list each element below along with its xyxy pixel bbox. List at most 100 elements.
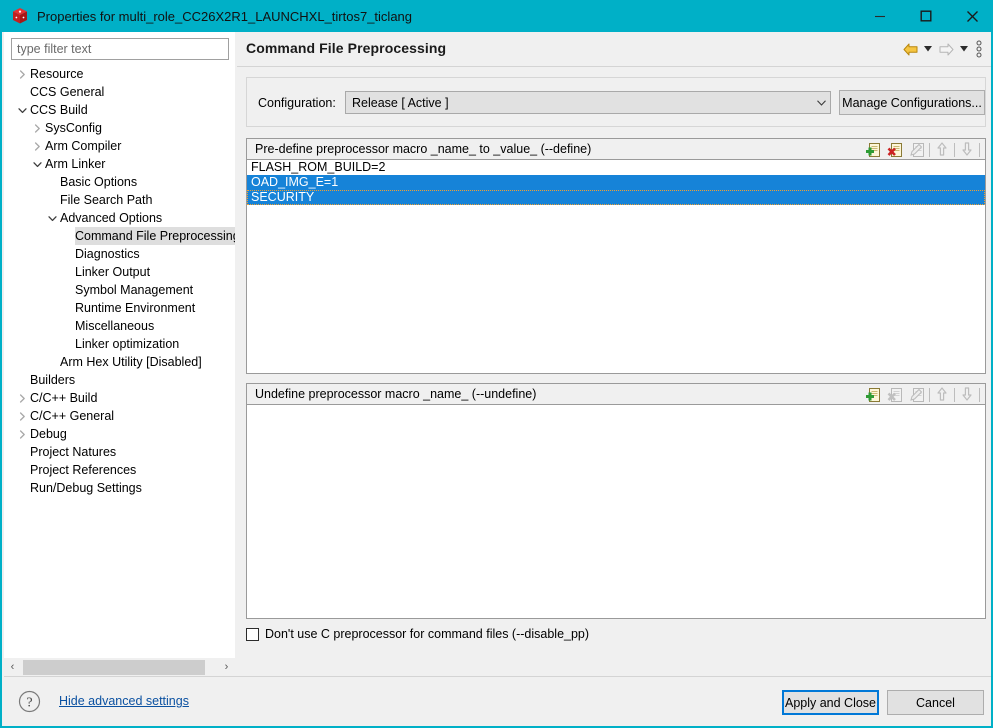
chevron-down-icon [812,92,830,113]
sidebar-item[interactable]: SysConfig [4,119,235,137]
list-item[interactable]: OAD_IMG_E=1 [247,175,985,190]
edit-icon [906,385,928,405]
apply-and-close-button[interactable]: Apply and Close [782,690,879,715]
chevron-right-icon[interactable] [29,138,45,154]
sidebar-item-label: CCS Build [30,101,88,119]
move-down-icon [956,140,978,160]
chevron-down-icon[interactable] [44,210,60,226]
cancel-button[interactable]: Cancel [887,690,984,715]
cancel-label: Cancel [916,696,955,710]
sidebar-item[interactable]: Resource [4,65,235,83]
delete-icon[interactable] [884,140,906,160]
chevron-down-icon[interactable] [29,156,45,172]
maximize-button[interactable] [903,0,949,32]
chevron-down-icon[interactable] [14,102,30,118]
sidebar-item[interactable]: Symbol Management [4,281,235,299]
scrollbar-thumb[interactable] [23,660,205,675]
sidebar-item-label: Run/Debug Settings [30,479,142,497]
sidebar-item[interactable]: Arm Compiler [4,137,235,155]
sidebar-item-label: Project References [30,461,136,479]
settings-tree[interactable]: ResourceCCS GeneralCCS BuildSysConfigArm… [4,65,235,643]
cube-icon [11,7,29,25]
configuration-dropdown[interactable]: Release [ Active ] [345,91,831,114]
sidebar-item[interactable]: C/C++ General [4,407,235,425]
header-separator [237,66,993,67]
manage-configurations-button[interactable]: Manage Configurations... [839,90,985,115]
sidebar-item[interactable]: Linker optimization [4,335,235,353]
close-button[interactable] [949,0,993,32]
toolbar-divider [954,143,955,157]
list-item[interactable]: SECURITY [247,190,985,205]
sidebar-item[interactable]: Diagnostics [4,245,235,263]
chevron-right-icon[interactable] [29,120,45,136]
sidebar-item[interactable]: Builders [4,371,235,389]
predefine-macro-panel: Pre-define preprocessor macro _name_ to … [246,138,986,374]
back-dropdown-chevron-down-icon[interactable] [921,38,935,60]
sidebar-item[interactable]: Advanced Options [4,209,235,227]
sidebar-item-label: Diagnostics [75,245,140,263]
svg-text:?: ? [26,696,32,711]
sidebar-item[interactable]: C/C++ Build [4,389,235,407]
sidebar-item[interactable]: Arm Linker [4,155,235,173]
settings-tree-pane: ResourceCCS GeneralCCS BuildSysConfigArm… [4,32,235,676]
sidebar-item[interactable]: Runtime Environment [4,299,235,317]
sidebar-item-label: Command File Preprocessing [75,227,235,245]
undefine-macro-panel: Undefine preprocessor macro _name_ (--un… [246,383,986,619]
scrollbar-track[interactable] [21,659,218,676]
sidebar-item-label: Builders [30,371,75,389]
forward-dropdown-chevron-down-icon[interactable] [957,38,971,60]
toolbar-divider [929,388,930,402]
settings-page-pane: Command File Preprocessing [237,32,993,676]
add-icon[interactable] [862,140,884,160]
minimize-button[interactable] [857,0,903,32]
sidebar-item-label: Debug [30,425,67,443]
sidebar-item-label: File Search Path [60,191,152,209]
chevron-right-icon[interactable] [14,426,30,442]
page-header: Command File Preprocessing [237,32,993,66]
sidebar-item[interactable]: Arm Hex Utility [Disabled] [4,353,235,371]
view-menu-icon[interactable] [971,38,987,60]
sidebar-item[interactable]: Basic Options [4,173,235,191]
tree-horizontal-scrollbar[interactable]: ‹ › [4,658,235,676]
sidebar-item[interactable]: Command File Preprocessing [4,227,235,245]
configuration-value: Release [ Active ] [346,96,812,110]
sidebar-item[interactable]: Project Natures [4,443,235,461]
manage-configurations-label: Manage Configurations... [842,96,982,110]
chevron-right-icon[interactable] [14,66,30,82]
sidebar-item[interactable]: Debug [4,425,235,443]
list-item[interactable]: FLASH_ROM_BUILD=2 [247,160,985,175]
predefine-macro-list[interactable]: FLASH_ROM_BUILD=2OAD_IMG_E=1SECURITY [247,160,985,372]
forward-arrow-icon [935,38,957,60]
configuration-group: Configuration: Release [ Active ] Manage… [246,77,986,127]
sidebar-item-label: Symbol Management [75,281,193,299]
predefine-panel-header: Pre-define preprocessor macro _name_ to … [247,139,985,160]
back-arrow-icon[interactable] [899,38,921,60]
disable-pp-checkbox-row[interactable]: Don't use C preprocessor for command fil… [246,627,589,641]
sidebar-item-label: Arm Linker [45,155,105,173]
sidebar-item[interactable]: CCS General [4,83,235,101]
chevron-right-icon[interactable] [14,390,30,406]
chevron-right-icon[interactable] [14,408,30,424]
sidebar-item[interactable]: CCS Build [4,101,235,119]
page-header-tools [899,37,987,61]
add-icon[interactable] [862,385,884,405]
toolbar-divider [979,388,980,402]
disable-pp-checkbox[interactable] [246,628,259,641]
filter-input[interactable] [11,38,229,60]
scroll-left-button[interactable]: ‹ [4,659,21,676]
help-icon[interactable]: ? [18,690,41,713]
move-down-icon [956,385,978,405]
sidebar-item[interactable]: Project References [4,461,235,479]
sidebar-item-label: Basic Options [60,173,137,191]
predefine-panel-title: Pre-define preprocessor macro _name_ to … [247,142,591,156]
sidebar-item[interactable]: Linker Output [4,263,235,281]
delete-icon [884,385,906,405]
sidebar-item[interactable]: File Search Path [4,191,235,209]
scroll-right-button[interactable]: › [218,659,235,676]
undefine-panel-toolbar [862,384,981,405]
sidebar-item-label: C/C++ Build [30,389,97,407]
sidebar-item[interactable]: Run/Debug Settings [4,479,235,497]
sidebar-item[interactable]: Miscellaneous [4,317,235,335]
toggle-advanced-settings-link[interactable]: Hide advanced settings [59,694,189,708]
undefine-macro-list[interactable] [247,405,985,617]
